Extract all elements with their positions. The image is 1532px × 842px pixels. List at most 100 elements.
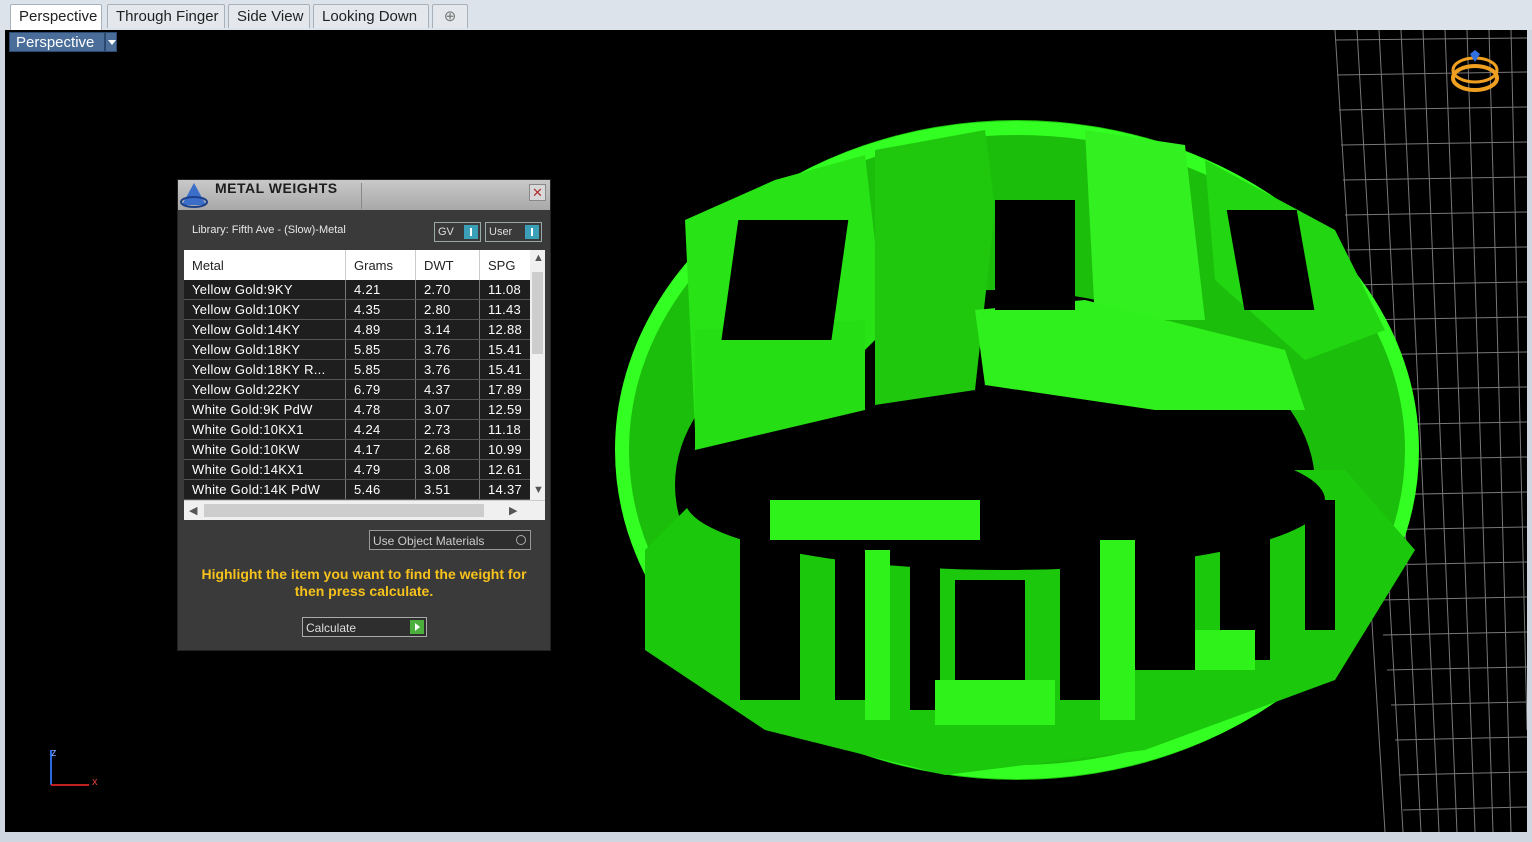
cell-grams: 4.79 (346, 460, 416, 479)
table-body: Yellow Gold:9KY 4.21 2.70 11.08 Yellow Gold:… (184, 280, 530, 500)
column-header-dwt[interactable]: DWT (416, 250, 480, 280)
cell-dwt: 3.76 (416, 340, 480, 359)
column-header-metal[interactable]: Metal (184, 250, 346, 280)
viewport-title[interactable]: Perspective (9, 32, 105, 52)
table-row[interactable]: Yellow Gold:18KY R... 5.85 3.76 15.41 (184, 360, 530, 380)
cell-grams: 4.89 (346, 320, 416, 339)
user-toggle[interactable]: User (485, 222, 542, 242)
table-row[interactable]: Yellow Gold:9KY 4.21 2.70 11.08 (184, 280, 530, 300)
cell-spg: 11.18 (488, 422, 522, 437)
column-header-spg[interactable]: SPG (480, 250, 530, 280)
table-row[interactable]: Yellow Gold:18KY 5.85 3.76 15.41 (184, 340, 530, 360)
cell-grams: 4.21 (346, 280, 416, 299)
tab-side-view[interactable]: Side View (228, 4, 310, 28)
cell-spg: 12.61 (488, 462, 523, 477)
cell-spg: 17.89 (488, 382, 523, 397)
library-label: Library: Fifth Ave - (Slow)-Metal (192, 224, 346, 236)
cell-metal: White Gold:10KW (184, 440, 346, 459)
cell-spg: 12.59 (488, 402, 523, 417)
cell-metal: Yellow Gold:18KY R... (184, 360, 346, 379)
table-row[interactable]: Yellow Gold:10KY 4.35 2.80 11.43 (184, 300, 530, 320)
table-row[interactable]: Yellow Gold:14KY 4.89 3.14 12.88 (184, 320, 530, 340)
axis-indicator (50, 750, 89, 786)
toggle-switch-icon (464, 225, 478, 239)
cell-grams: 4.78 (346, 400, 416, 419)
cell-metal: Yellow Gold:14KY (184, 320, 346, 339)
tab-perspective[interactable]: Perspective (10, 4, 102, 30)
cell-grams: 4.35 (346, 300, 416, 319)
scroll-down-icon[interactable]: ▼ (533, 484, 544, 496)
cell-spg: 14.37 (488, 482, 523, 497)
cell-metal: Yellow Gold:18KY (184, 340, 346, 359)
use-object-materials-option[interactable]: Use Object Materials (369, 530, 531, 550)
cell-dwt: 3.51 (416, 480, 480, 499)
cell-dwt: 2.73 (416, 420, 480, 439)
column-header-grams[interactable]: Grams (346, 250, 416, 280)
cell-grams: 6.79 (346, 380, 416, 399)
user-toggle-label: User (489, 226, 513, 238)
cell-spg: 15.41 (488, 342, 523, 357)
app-logo-icon (180, 183, 208, 208)
cell-spg: 11.43 (488, 302, 522, 317)
cell-dwt: 2.68 (416, 440, 480, 459)
scroll-up-icon[interactable]: ▲ (533, 252, 544, 264)
cell-metal: Yellow Gold:22KY (184, 380, 346, 399)
table-row[interactable]: Yellow Gold:22KY 6.79 4.37 17.89 (184, 380, 530, 400)
close-button[interactable]: ✕ (529, 184, 546, 201)
table-row[interactable]: White Gold:14K PdW 5.46 3.51 14.37 (184, 480, 530, 500)
cell-metal: White Gold:10KX1 (184, 420, 346, 439)
cell-dwt: 3.08 (416, 460, 480, 479)
metal-weights-table[interactable]: Metal Grams DWT SPG Yellow Gold:9KY 4.21 2… (184, 250, 545, 520)
horizontal-scrollbar[interactable]: ◀ ▶ (184, 500, 545, 520)
cell-dwt: 2.80 (416, 300, 480, 319)
panel-header[interactable]: METAL WEIGHTS ✕ (178, 180, 550, 210)
table-row[interactable]: White Gold:10KX1 4.24 2.73 11.18 (184, 420, 530, 440)
close-icon: ✕ (532, 185, 543, 200)
play-arrow-icon (410, 620, 424, 634)
plus-icon: ⊕ (443, 8, 457, 25)
cell-spg: 15.41 (488, 362, 523, 377)
cell-dwt: 3.07 (416, 400, 480, 419)
axis-x-label: x (92, 776, 98, 788)
tab-through-finger[interactable]: Through Finger (107, 4, 225, 28)
cell-grams: 5.46 (346, 480, 416, 499)
cell-dwt: 4.37 (416, 380, 480, 399)
ring-model (615, 120, 1419, 780)
radio-icon[interactable] (516, 535, 526, 545)
cell-spg: 12.88 (488, 322, 523, 337)
table-header: Metal Grams DWT SPG (184, 250, 530, 280)
table-row[interactable]: White Gold:10KW 4.17 2.68 10.99 (184, 440, 530, 460)
cell-metal: White Gold:9K PdW (184, 400, 346, 419)
vertical-scroll-thumb[interactable] (532, 272, 543, 354)
toggle-switch-icon (525, 225, 539, 239)
cell-grams: 4.17 (346, 440, 416, 459)
axis-z-label: z (51, 747, 57, 759)
panel-title: METAL WEIGHTS (215, 180, 338, 196)
viewport-tab-bar: Perspective Through Finger Side View Loo… (0, 0, 1532, 30)
table-row[interactable]: White Gold:14KX1 4.79 3.08 12.61 (184, 460, 530, 480)
metal-weights-panel: METAL WEIGHTS ✕ Library: Fifth Ave - (Sl… (177, 179, 551, 651)
cell-dwt: 3.76 (416, 360, 480, 379)
calculate-label: Calculate (306, 621, 357, 635)
table-row[interactable]: White Gold:9K PdW 4.78 3.07 12.59 (184, 400, 530, 420)
horizontal-scroll-thumb[interactable] (204, 504, 484, 517)
cell-spg: 10.99 (488, 442, 523, 457)
header-divider (361, 183, 362, 209)
cell-dwt: 2.70 (416, 280, 480, 299)
cell-grams: 4.24 (346, 420, 416, 439)
scroll-right-icon[interactable]: ▶ (509, 504, 517, 517)
use-object-materials-label: Use Object Materials (373, 534, 485, 548)
gv-toggle[interactable]: GV (434, 222, 481, 242)
vertical-scrollbar[interactable]: ▲ ▼ (530, 250, 545, 500)
scroll-left-icon[interactable]: ◀ (189, 504, 197, 517)
cell-grams: 5.85 (346, 360, 416, 379)
tab-looking-down[interactable]: Looking Down (313, 4, 429, 28)
cell-grams: 5.85 (346, 340, 416, 359)
cell-metal: Yellow Gold:9KY (184, 280, 346, 299)
add-tab-button[interactable]: ⊕ (432, 4, 468, 28)
calculate-button[interactable]: Calculate (302, 617, 427, 637)
cell-spg: 11.08 (488, 282, 522, 297)
instruction-text: Highlight the item you want to find the … (201, 566, 527, 599)
viewport-menu-dropdown[interactable] (105, 32, 117, 52)
gv-toggle-label: GV (438, 226, 454, 238)
